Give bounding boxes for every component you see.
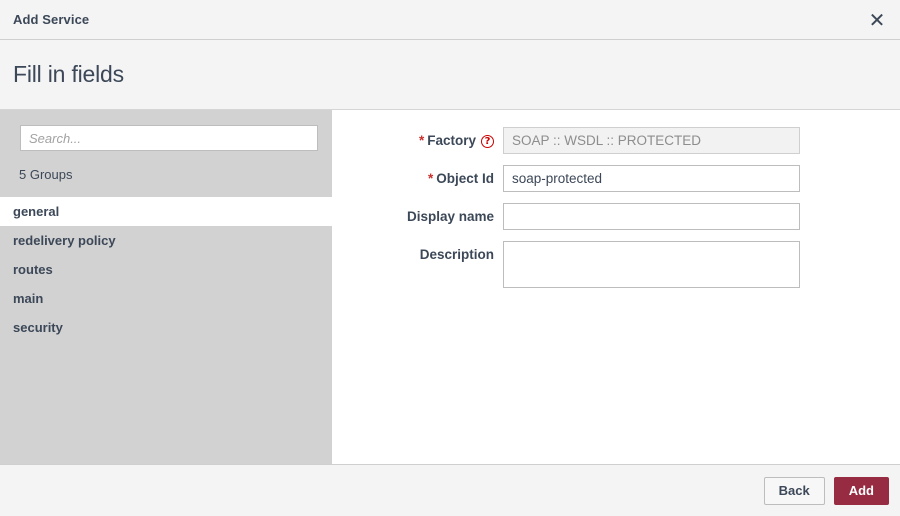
dialog-header: Fill in fields	[0, 40, 900, 110]
field-label-text: Display name	[406, 209, 494, 224]
back-button[interactable]: Back	[763, 476, 825, 505]
search-input[interactable]	[20, 125, 318, 151]
field-label-object-id: * Object Id	[332, 165, 503, 186]
field-label-display-name: Display name	[332, 203, 503, 224]
field-control-display-name	[503, 203, 800, 230]
required-marker: *	[418, 133, 425, 148]
field-control-object-id	[503, 165, 800, 192]
search-container	[0, 110, 332, 151]
dialog-body: 5 Groups general redelivery policy route…	[0, 110, 900, 464]
sidebar-item-security[interactable]: security	[0, 313, 332, 342]
sidebar-header: 5 Groups	[0, 110, 332, 197]
field-control-factory	[503, 127, 800, 154]
field-row-description: Description	[332, 241, 900, 293]
display-name-field[interactable]	[503, 203, 800, 230]
description-field[interactable]	[503, 241, 800, 288]
field-row-object-id: * Object Id	[332, 165, 900, 192]
required-marker: *	[427, 171, 434, 186]
field-label-text: Description	[419, 247, 494, 262]
group-list: general redelivery policy routes main se…	[0, 197, 332, 464]
sidebar-item-general[interactable]: general	[0, 197, 332, 226]
dialog-titlebar: Add Service ✕	[0, 0, 900, 40]
field-label-text: Factory	[427, 133, 476, 148]
help-icon[interactable]: ?	[481, 135, 494, 148]
field-label-factory: * Factory?	[332, 127, 503, 148]
groups-sidebar: 5 Groups general redelivery policy route…	[0, 110, 332, 464]
sidebar-filler	[0, 342, 332, 464]
sidebar-item-label: main	[13, 291, 44, 306]
sidebar-item-label: redelivery policy	[13, 233, 116, 248]
add-service-dialog: Add Service ✕ Fill in fields 5 Groups ge…	[0, 0, 900, 516]
sidebar-item-label: routes	[13, 262, 53, 277]
dialog-footer: Back Add	[0, 464, 900, 516]
sidebar-item-label: general	[13, 204, 60, 219]
field-row-display-name: Display name	[332, 203, 900, 230]
factory-field	[503, 127, 800, 154]
field-row-factory: * Factory?	[332, 127, 900, 154]
sidebar-item-redelivery-policy[interactable]: redelivery policy	[0, 226, 332, 255]
field-label-description: Description	[332, 241, 503, 262]
page-title: Fill in fields	[13, 61, 124, 87]
groups-count-label: 5 Groups	[19, 167, 73, 182]
field-label-text: Object Id	[436, 171, 494, 186]
dialog-title: Add Service	[13, 12, 90, 27]
service-form: *Factory? *Object Id Display name	[332, 110, 900, 464]
sidebar-item-main[interactable]: main	[0, 284, 332, 313]
add-button[interactable]: Add	[833, 476, 889, 505]
close-icon[interactable]: ✕	[864, 7, 890, 33]
sidebar-item-routes[interactable]: routes	[0, 255, 332, 284]
object-id-field[interactable]	[503, 165, 800, 192]
field-control-description	[503, 241, 800, 293]
sidebar-item-label: security	[13, 320, 63, 335]
